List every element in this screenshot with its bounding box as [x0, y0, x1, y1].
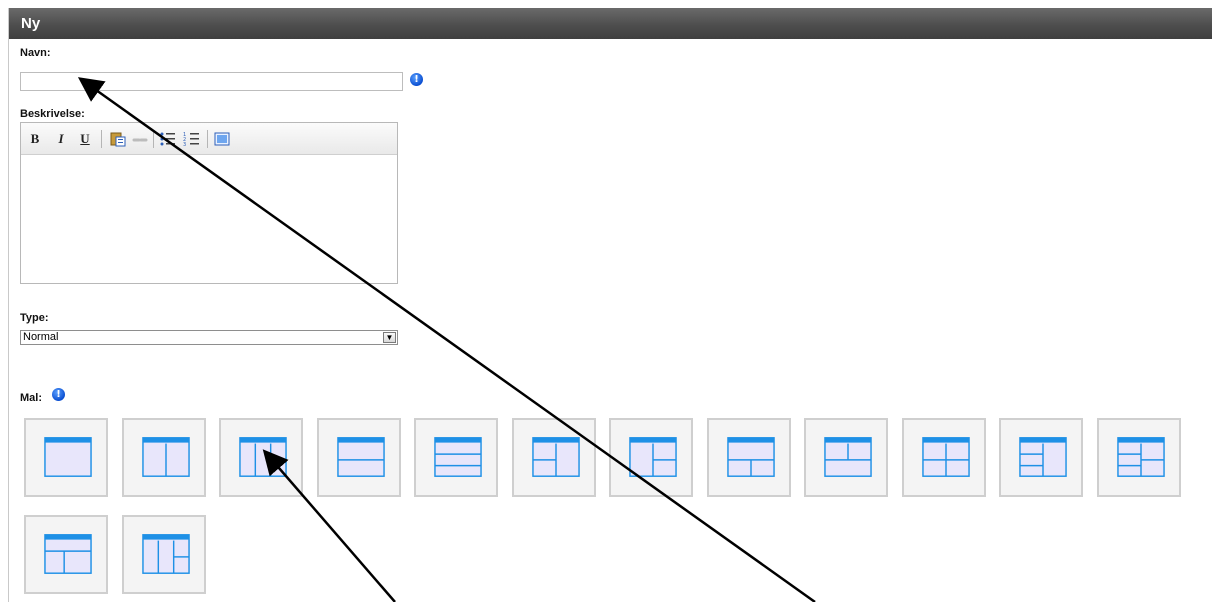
info-icon[interactable]: ! — [52, 388, 65, 401]
layout-icon — [1116, 437, 1165, 477]
chevron-down-icon[interactable]: ▼ — [383, 332, 396, 343]
description-editor: B I U 123 — [20, 122, 398, 284]
toolbar-separator — [207, 130, 208, 148]
editor-toolbar: B I U 123 — [21, 123, 397, 155]
template-option-left-stack-right[interactable] — [999, 418, 1083, 497]
type-label: Type: — [20, 312, 49, 324]
layout-icon — [629, 437, 677, 477]
template-option-left-wide-split[interactable] — [511, 418, 596, 497]
layout-icon — [921, 437, 970, 477]
template-option-top-split-bottom[interactable] — [804, 418, 888, 497]
layout-icon — [336, 437, 385, 477]
numbered-list-icon[interactable]: 123 — [183, 131, 201, 148]
description-label: Beskrivelse: — [20, 108, 85, 120]
template-option-three-columns[interactable] — [219, 418, 303, 497]
layout-icon — [44, 437, 92, 477]
layout-icon — [434, 437, 482, 477]
name-input[interactable] — [20, 72, 403, 91]
template-option-mixed-grid[interactable] — [1096, 418, 1181, 497]
template-label: Mal: — [20, 392, 42, 404]
layout-icon — [44, 534, 92, 574]
italic-button[interactable]: I — [55, 131, 67, 147]
description-textarea[interactable] — [21, 155, 397, 283]
template-option-three-rows[interactable] — [414, 418, 498, 497]
type-selected-value: Normal — [23, 331, 59, 343]
link-icon[interactable] — [131, 131, 149, 147]
layout-icon — [824, 437, 872, 477]
source-icon[interactable] — [213, 131, 231, 147]
name-label: Navn: — [20, 47, 51, 59]
template-option-four-grid[interactable] — [901, 418, 986, 497]
template-option-right-split[interactable] — [609, 418, 693, 497]
template-option-two-rows[interactable] — [316, 418, 401, 497]
template-option-top-bottom-split[interactable] — [706, 418, 791, 497]
template-option-two-columns[interactable] — [121, 418, 206, 497]
toolbar-separator — [153, 130, 154, 148]
svg-text:3: 3 — [183, 142, 186, 147]
layout-icon — [239, 437, 287, 477]
template-option-single[interactable] — [24, 418, 108, 497]
type-select[interactable]: Normal ▼ — [20, 330, 398, 345]
layout-icon — [726, 437, 775, 477]
template-option-sidebar-left[interactable] — [24, 515, 108, 594]
info-icon[interactable]: ! — [410, 73, 423, 86]
bold-button[interactable]: B — [29, 131, 41, 147]
bullet-list-icon[interactable] — [159, 131, 177, 147]
underline-button[interactable]: U — [79, 131, 91, 147]
layout-icon — [1019, 437, 1067, 477]
new-item-panel: Ny — [8, 8, 1212, 602]
panel-title: Ny — [9, 8, 1212, 39]
layout-icon — [531, 437, 580, 477]
layout-icon — [141, 437, 190, 477]
toolbar-separator — [101, 130, 102, 148]
paste-icon[interactable] — [109, 131, 127, 147]
layout-icon — [141, 534, 190, 574]
template-option-three-col-split[interactable] — [121, 515, 206, 594]
